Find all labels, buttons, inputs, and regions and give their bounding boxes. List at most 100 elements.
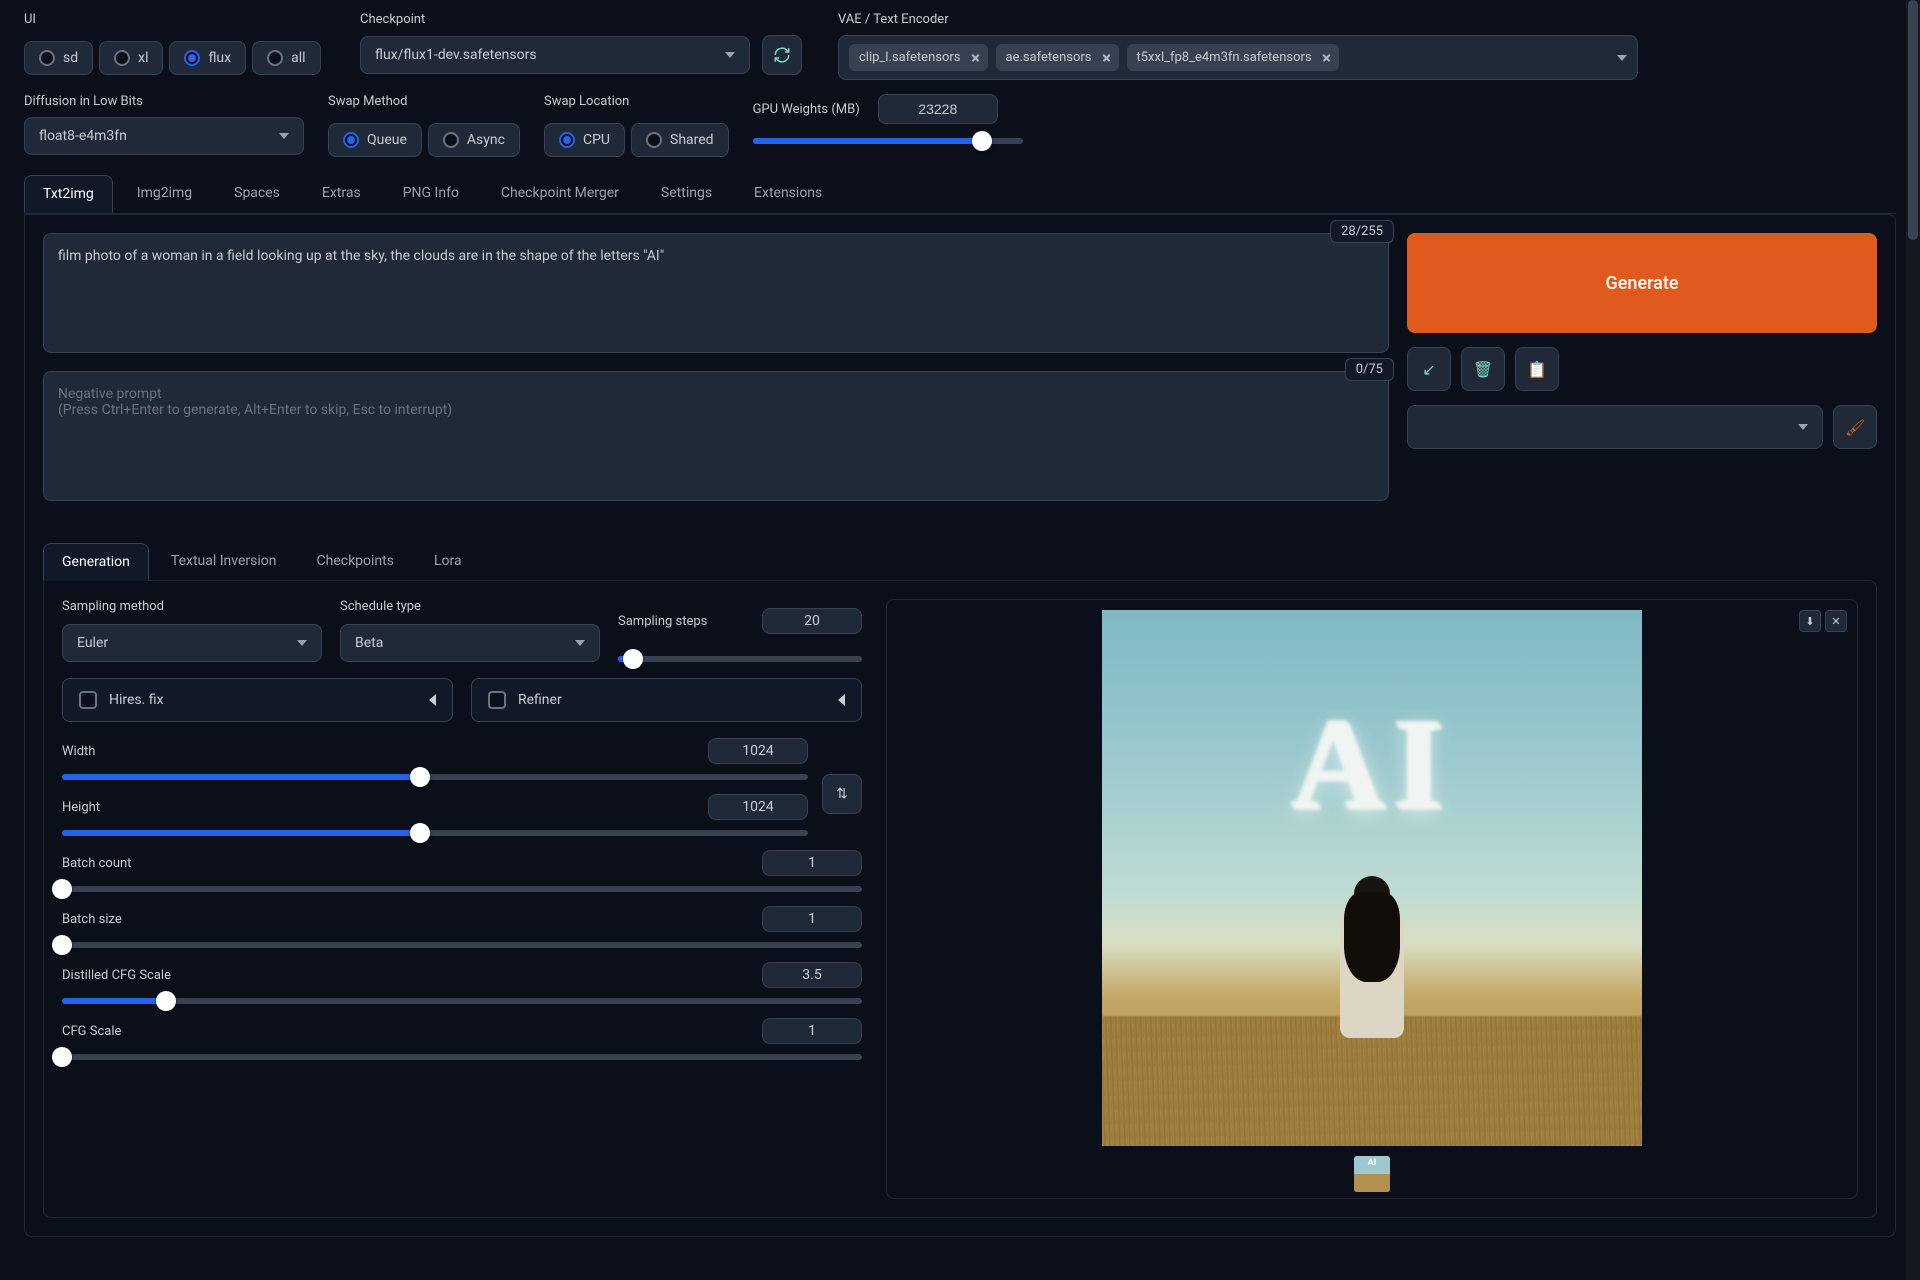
swap-method-queue[interactable]: Queue	[328, 123, 422, 157]
scrollbar[interactable]	[1906, 0, 1920, 1280]
vae-chip-0-text: clip_l.safetensors	[859, 50, 961, 65]
batch-count-slider[interactable]	[62, 886, 862, 892]
styles-select[interactable]	[1407, 405, 1823, 449]
ui-option-sd-label: sd	[63, 50, 78, 66]
batch-count-value[interactable]: 1	[762, 850, 862, 876]
height-slider[interactable]	[62, 830, 808, 836]
lowbits-label: Diffusion in Low Bits	[24, 94, 304, 109]
hires-fix-checkbox[interactable]	[79, 691, 97, 709]
remove-chip-icon[interactable]	[1322, 54, 1329, 61]
refiner-checkbox[interactable]	[488, 691, 506, 709]
width-value[interactable]: 1024	[708, 738, 808, 764]
subtab-lora[interactable]: Lora	[416, 543, 480, 581]
refresh-checkpoint-button[interactable]	[762, 35, 802, 75]
vae-multiselect[interactable]: clip_l.safetensors ae.safetensors t5xxl_…	[838, 35, 1638, 80]
ui-option-all[interactable]: all	[252, 41, 320, 75]
sampling-method-select[interactable]: Euler	[62, 624, 322, 662]
checkpoint-select[interactable]: flux/flux1-dev.safetensors	[360, 36, 750, 74]
gpu-weights-slider[interactable]	[753, 128, 1023, 144]
clear-prompt-button[interactable]: 🗑	[1461, 347, 1505, 391]
generate-button[interactable]: Generate	[1407, 233, 1877, 333]
vae-chip-2: t5xxl_fp8_e4m3fn.safetensors	[1127, 44, 1339, 71]
vae-chip-0: clip_l.safetensors	[849, 44, 988, 71]
tab-checkpoint-merger[interactable]: Checkpoint Merger	[483, 175, 637, 213]
gpu-weights-label: GPU Weights (MB)	[753, 102, 860, 117]
batch-count-label: Batch count	[62, 856, 131, 871]
neg-prompt-counter: 0/75	[1345, 358, 1394, 381]
swap-dimensions-button[interactable]: ⇅	[822, 774, 862, 814]
hires-fix-expander[interactable]: Hires. fix	[62, 678, 453, 722]
width-label: Width	[62, 744, 95, 759]
edit-styles-button[interactable]: 🖌	[1833, 405, 1877, 449]
swap-location-cpu[interactable]: CPU	[544, 123, 625, 157]
tab-txt2img[interactable]: Txt2img	[24, 175, 113, 213]
output-gallery[interactable]: ⬇ ✕ AI AI	[886, 599, 1858, 1199]
remove-chip-icon[interactable]	[1102, 54, 1109, 61]
swap-method-queue-label: Queue	[367, 132, 407, 148]
chevron-down-icon	[279, 133, 289, 139]
schedule-type-label: Schedule type	[340, 599, 600, 614]
tab-settings[interactable]: Settings	[643, 175, 730, 213]
distilled-cfg-value[interactable]: 3.5	[762, 962, 862, 988]
checkpoint-label: Checkpoint	[360, 12, 802, 27]
vae-chip-1-text: ae.safetensors	[1006, 50, 1092, 65]
ui-option-sd[interactable]: sd	[24, 41, 93, 75]
ui-option-flux-label: flux	[208, 50, 231, 66]
height-value[interactable]: 1024	[708, 794, 808, 820]
cfg-value[interactable]: 1	[762, 1018, 862, 1044]
sampling-steps-slider[interactable]	[618, 646, 862, 662]
neg-prompt-placeholder-2: (Press Ctrl+Enter to generate, Alt+Enter…	[58, 402, 1374, 418]
cfg-slider[interactable]	[62, 1054, 862, 1060]
tab-pnginfo[interactable]: PNG Info	[385, 175, 477, 213]
schedule-type-select[interactable]: Beta	[340, 624, 600, 662]
remove-chip-icon[interactable]	[971, 54, 978, 61]
subtab-checkpoints[interactable]: Checkpoints	[299, 543, 412, 581]
lowbits-select[interactable]: float8-e4m3fn	[24, 117, 304, 155]
ui-radio-group: sd xl flux all	[24, 41, 324, 75]
batch-size-label: Batch size	[62, 912, 122, 927]
refiner-expander[interactable]: Refiner	[471, 678, 862, 722]
distilled-cfg-slider[interactable]	[62, 998, 862, 1004]
close-preview-button[interactable]: ✕	[1825, 610, 1847, 632]
ui-option-xl[interactable]: xl	[99, 41, 163, 75]
tab-img2img[interactable]: Img2img	[119, 175, 210, 213]
swap-method-async-label: Async	[467, 132, 505, 148]
tab-extensions[interactable]: Extensions	[736, 175, 840, 213]
prompt-input[interactable]: 28/255 film photo of a woman in a field …	[43, 233, 1389, 353]
sampling-steps-label: Sampling steps	[618, 614, 707, 629]
brush-icon: 🖌	[1845, 418, 1865, 437]
chevron-down-icon	[297, 640, 307, 646]
ui-option-flux[interactable]: flux	[169, 41, 246, 75]
subtab-generation[interactable]: Generation	[43, 543, 149, 581]
subtab-textual-inversion[interactable]: Textual Inversion	[153, 543, 295, 581]
scrollbar-thumb[interactable]	[1908, 0, 1918, 240]
negative-prompt-input[interactable]: 0/75 Negative prompt (Press Ctrl+Enter t…	[43, 371, 1389, 501]
interrogate-button[interactable]: ↙	[1407, 347, 1451, 391]
trash-icon: 🗑	[1473, 360, 1493, 379]
width-slider[interactable]	[62, 774, 808, 780]
vae-chip-1: ae.safetensors	[996, 44, 1119, 71]
checkpoint-value: flux/flux1-dev.safetensors	[375, 47, 537, 63]
neg-prompt-placeholder-1: Negative prompt	[58, 386, 1374, 402]
sampling-steps-value[interactable]: 20	[762, 608, 862, 634]
prompt-text: film photo of a woman in a field looking…	[58, 248, 1374, 264]
swap-method-async[interactable]: Async	[428, 123, 520, 157]
cloud-text: AI	[1102, 690, 1642, 840]
tab-extras[interactable]: Extras	[304, 175, 379, 213]
tab-spaces[interactable]: Spaces	[216, 175, 298, 213]
gpu-weights-input[interactable]	[878, 94, 998, 124]
chevron-down-icon	[1617, 55, 1627, 61]
batch-size-value[interactable]: 1	[762, 906, 862, 932]
swap-location-label: Swap Location	[544, 94, 729, 109]
download-image-button[interactable]: ⬇	[1799, 610, 1821, 632]
gallery-thumbnail[interactable]: AI	[1354, 1156, 1390, 1192]
generated-image[interactable]: AI	[1102, 610, 1642, 1146]
lowbits-value: float8-e4m3fn	[39, 128, 127, 144]
height-label: Height	[62, 800, 100, 815]
paste-button[interactable]: 📋	[1515, 347, 1559, 391]
sampling-method-label: Sampling method	[62, 599, 322, 614]
swap-location-shared[interactable]: Shared	[631, 123, 729, 157]
sub-tabs: Generation Textual Inversion Checkpoints…	[43, 543, 1877, 581]
refiner-label: Refiner	[518, 692, 562, 708]
batch-size-slider[interactable]	[62, 942, 862, 948]
